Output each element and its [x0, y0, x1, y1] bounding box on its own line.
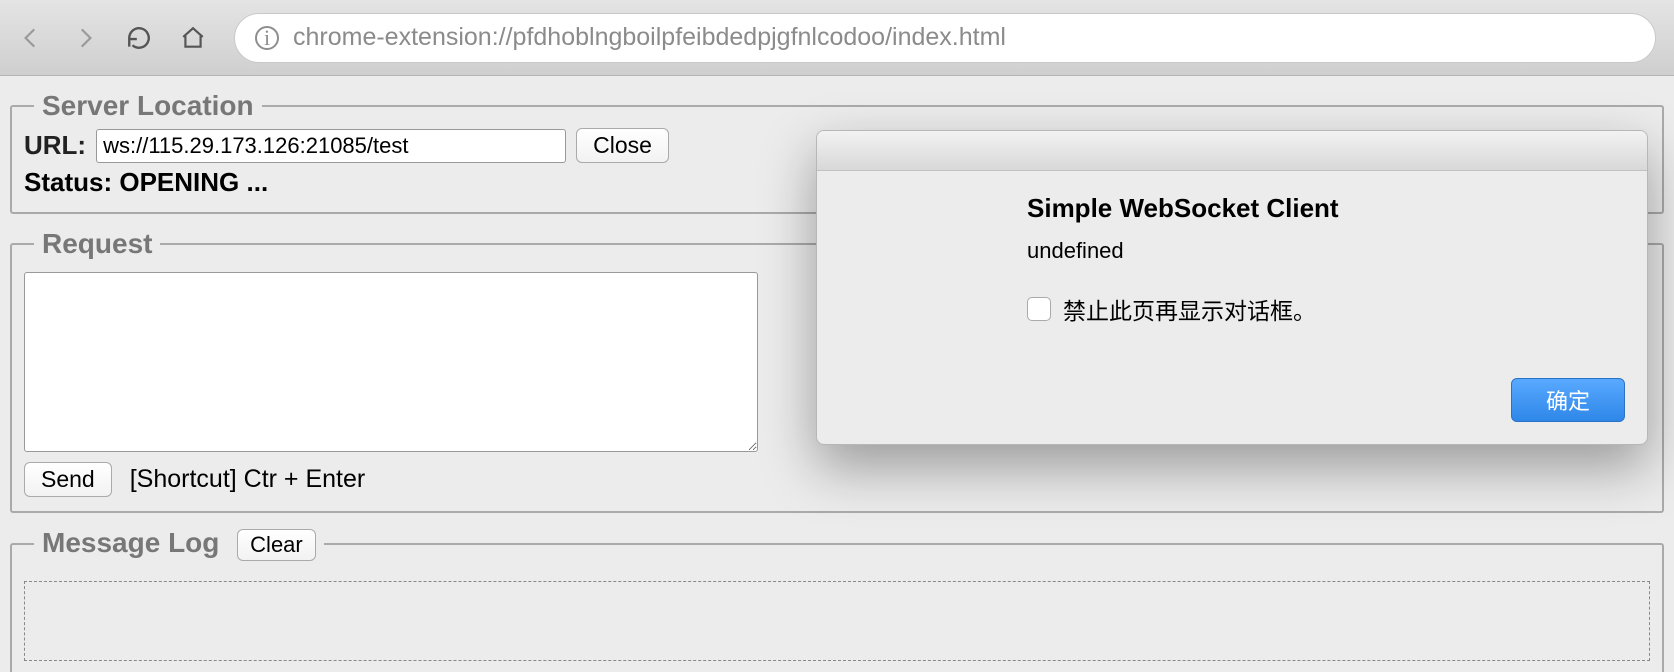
message-log-fieldset: Message Log Clear	[10, 527, 1664, 672]
home-icon[interactable]	[180, 25, 206, 51]
ok-button[interactable]: 确定	[1511, 378, 1625, 422]
message-log-legend: Message Log Clear	[34, 527, 324, 561]
dialog-titlebar[interactable]	[817, 131, 1647, 171]
forward-icon[interactable]	[72, 25, 98, 51]
url-input[interactable]	[96, 129, 566, 163]
status-label: Status:	[24, 167, 112, 197]
address-bar-url: chrome-extension://pfdhoblngboilpfeibded…	[293, 23, 1006, 52]
suppress-dialog-checkbox[interactable]: 禁止此页再显示对话框。	[1027, 292, 1613, 326]
address-bar[interactable]: i chrome-extension://pfdhoblngboilpfeibd…	[234, 13, 1656, 63]
request-legend: Request	[34, 228, 160, 260]
alert-dialog: Simple WebSocket Client undefined 禁止此页再显…	[816, 130, 1648, 445]
reload-icon[interactable]	[126, 25, 152, 51]
dialog-message: undefined	[1027, 238, 1613, 264]
dialog-title: Simple WebSocket Client	[1027, 193, 1613, 224]
close-button[interactable]: Close	[576, 128, 669, 163]
request-body-textarea[interactable]	[24, 272, 758, 452]
url-label: URL:	[24, 130, 86, 161]
site-info-icon[interactable]: i	[255, 26, 279, 50]
back-icon[interactable]	[18, 25, 44, 51]
send-button[interactable]: Send	[24, 462, 112, 497]
message-log-body	[24, 581, 1650, 661]
shortcut-hint: [Shortcut] Ctr + Enter	[130, 465, 366, 494]
clear-button[interactable]: Clear	[237, 529, 316, 561]
server-location-legend: Server Location	[34, 90, 262, 122]
checkbox-icon[interactable]	[1027, 297, 1051, 321]
browser-toolbar: i chrome-extension://pfdhoblngboilpfeibd…	[0, 0, 1674, 76]
message-log-legend-text: Message Log	[42, 527, 219, 558]
suppress-dialog-label: 禁止此页再显示对话框。	[1063, 292, 1316, 326]
status-value: OPENING ...	[119, 167, 268, 197]
